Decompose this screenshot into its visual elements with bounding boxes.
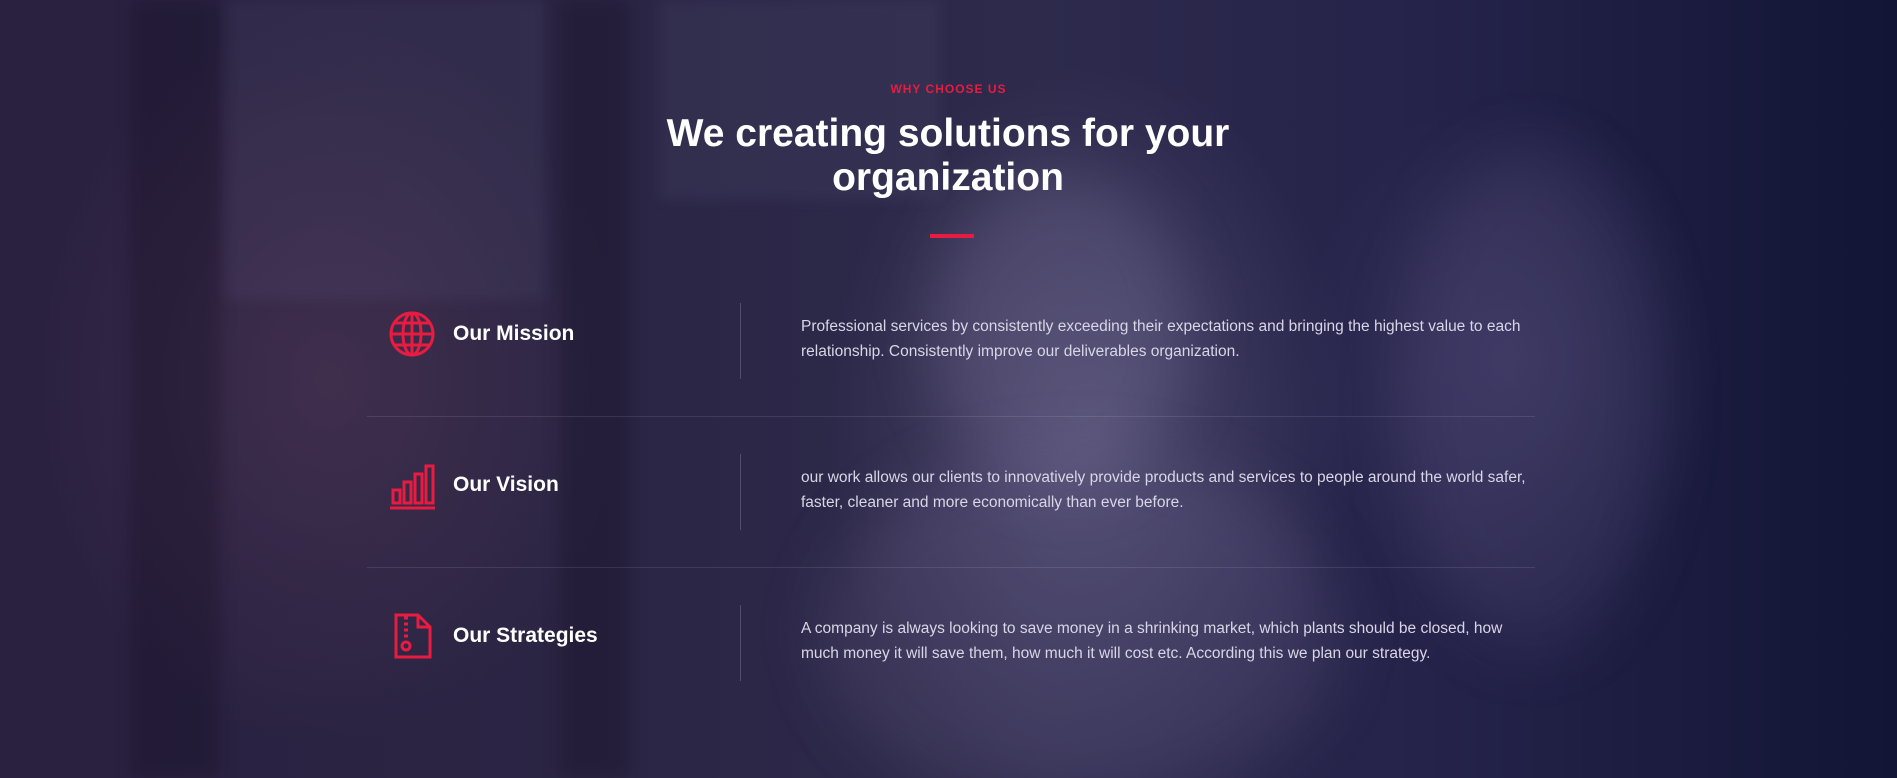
feature-description: A company is always looking to save mone… xyxy=(801,620,1503,662)
feature-divider xyxy=(740,454,741,530)
feature-divider xyxy=(740,303,741,379)
feature-title: Our Mission xyxy=(453,322,575,345)
background-photo-window xyxy=(225,0,545,300)
feature-divider xyxy=(740,605,741,681)
section-eyebrow: WHY CHOOSE US xyxy=(890,82,1007,96)
bar-chart-icon xyxy=(388,462,436,510)
feature-row-vision: Our Vision our work allows our clients t… xyxy=(367,416,1535,568)
feature-description: our work allows our clients to innovativ… xyxy=(801,469,1526,511)
globe-icon xyxy=(388,310,436,358)
why-choose-us-section: WHY CHOOSE US We creating solutions for … xyxy=(0,0,1897,778)
feature-row-strategies: Our Strategies A company is always looki… xyxy=(367,567,1535,718)
section-title: We creating solutions for your organizat… xyxy=(666,112,1230,199)
document-zipper-icon xyxy=(388,612,436,660)
feature-description: Professional services by consistently ex… xyxy=(801,318,1521,360)
feature-row-mission: Our Mission Professional services by con… xyxy=(367,265,1535,417)
title-underline xyxy=(930,234,974,238)
feature-title: Our Strategies xyxy=(453,624,598,647)
background-photo-shade xyxy=(130,0,220,778)
feature-title: Our Vision xyxy=(453,473,559,496)
